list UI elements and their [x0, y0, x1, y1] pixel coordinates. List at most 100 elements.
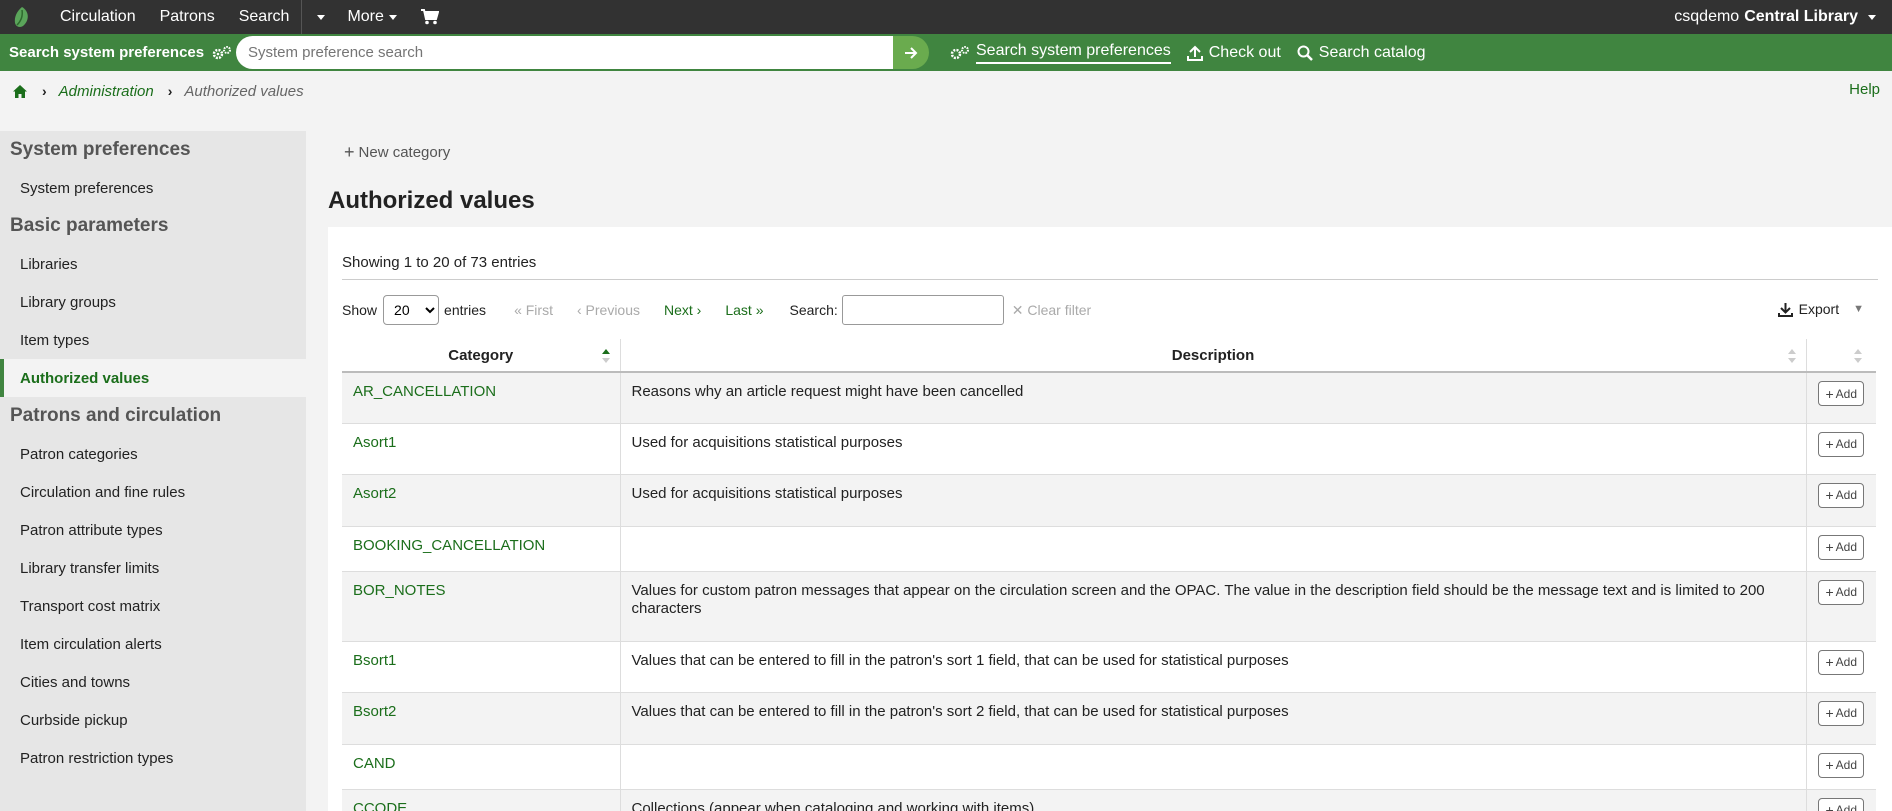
breadcrumb-administration[interactable]: Administration [59, 83, 154, 100]
user-menu[interactable]: csqdemo Central Library [1674, 0, 1876, 34]
actions-cell: + Add [1806, 692, 1876, 745]
add-label: Add [1835, 437, 1858, 451]
entries-label: entries [444, 302, 487, 318]
caret-down-icon: ▼ [1853, 303, 1864, 315]
gears-icon [950, 45, 969, 59]
add-value-button[interactable]: + Add [1818, 381, 1865, 406]
sidebar-item-system-preferences[interactable]: System preferences [0, 169, 306, 207]
category-link[interactable]: BOOKING_CANCELLATION [342, 526, 621, 572]
sidebar-item-libraries[interactable]: Libraries [0, 245, 306, 283]
nav-patrons[interactable]: Patrons [148, 0, 227, 34]
library-name: Central Library [1744, 8, 1858, 25]
sidebar-item-library-groups[interactable]: Library groups [0, 283, 306, 321]
add-value-button[interactable]: + Add [1818, 431, 1865, 457]
sidebar-item-library-transfer-limits[interactable]: Library transfer limits [0, 549, 306, 587]
sidebar-item-authorized-values[interactable]: Authorized values [0, 359, 306, 397]
table-row: CCODE Collections (appear when catalogin… [342, 789, 1876, 811]
link-check-out[interactable]: Check out [1186, 34, 1281, 71]
add-label: Add [1835, 488, 1858, 502]
new-category-button[interactable]: + New category [344, 142, 450, 163]
description-cell [620, 526, 1807, 572]
sidebar-item-circulation-rules[interactable]: Circulation and fine rules [0, 473, 306, 511]
sidebar-item-patron-attribute-types[interactable]: Patron attribute types [0, 511, 306, 549]
sidebar-item-curbside-pickup[interactable]: Curbside pickup [0, 701, 306, 739]
plus-icon: + [1825, 802, 1834, 811]
category-link[interactable]: BOR_NOTES [342, 571, 621, 642]
previous-label: Previous [585, 302, 640, 318]
gears-icon [212, 45, 232, 59]
actions-cell: + Add [1806, 526, 1876, 572]
table-search-input[interactable] [841, 295, 1004, 325]
sidebar-item-patron-categories[interactable]: Patron categories [0, 435, 306, 473]
add-label: Add [1835, 540, 1858, 554]
download-icon [1777, 302, 1793, 317]
category-link[interactable]: Asort2 [342, 474, 621, 527]
plus-icon: + [344, 142, 355, 162]
sidebar-heading: Basic parameters [10, 215, 169, 236]
link-label: Search system preferences [976, 42, 1171, 64]
link-search-system-preferences[interactable]: Search system preferences [950, 34, 1171, 71]
add-value-button[interactable]: + Add [1818, 579, 1865, 605]
actions-cell: + Add [1806, 372, 1876, 424]
nav-circulation[interactable]: Circulation [48, 0, 148, 34]
category-link[interactable]: CAND [342, 744, 621, 790]
link-search-catalog[interactable]: Search catalog [1297, 34, 1426, 71]
authorized-values-panel: Showing 1 to 20 of 73 entries Show 20 en… [328, 227, 1892, 811]
cart-icon[interactable] [409, 0, 451, 34]
column-header-category[interactable]: Category [342, 339, 621, 373]
column-header-description[interactable]: Description [620, 339, 1807, 373]
plus-icon: + [1825, 487, 1834, 503]
description-cell: Collections (appear when cataloging and … [620, 789, 1807, 811]
category-link[interactable]: Bsort1 [342, 641, 621, 693]
add-value-button[interactable]: + Add [1818, 534, 1865, 560]
actions-cell: + Add [1806, 789, 1876, 811]
admin-sidebar: System preferences System preferences Ba… [0, 131, 306, 811]
column-header-actions[interactable] [1806, 339, 1876, 373]
caret-down-icon [317, 14, 326, 20]
add-label: Add [1835, 585, 1858, 599]
page-size-select[interactable]: 20 [383, 295, 440, 325]
plus-icon: + [1825, 757, 1834, 773]
koha-logo-icon[interactable] [2, 0, 42, 34]
table-info: Showing 1 to 20 of 73 entries [342, 254, 537, 271]
sort-icon [1854, 349, 1862, 363]
table-row: BOOKING_CANCELLATION + Add [342, 526, 1876, 572]
nav-search[interactable]: Search [227, 0, 302, 34]
help-link[interactable]: Help [1849, 81, 1880, 98]
column-label: Category [448, 346, 514, 364]
sidebar-item-cities-and-towns[interactable]: Cities and towns [0, 663, 306, 701]
plus-icon: + [1825, 539, 1834, 555]
sidebar-item-patron-restriction-types[interactable]: Patron restriction types [0, 739, 306, 777]
add-value-button[interactable]: + Add [1818, 482, 1865, 508]
last-page-button[interactable]: Last » [725, 302, 763, 318]
add-value-button[interactable]: + Add [1818, 700, 1865, 726]
chevron-right-icon: › [42, 83, 47, 99]
search-dropdown-toggle[interactable] [302, 0, 335, 34]
first-page-button[interactable]: « First [514, 302, 553, 318]
sidebar-item-item-circulation-alerts[interactable]: Item circulation alerts [0, 625, 306, 663]
category-link[interactable]: CCODE [342, 789, 621, 811]
upload-icon [1186, 45, 1203, 61]
next-page-button[interactable]: Next › [664, 302, 701, 318]
category-link[interactable]: Bsort2 [342, 692, 621, 745]
clear-filter-button[interactable]: ✕ Clear filter [1012, 302, 1091, 319]
search-context-label: Search system preferences [0, 34, 238, 71]
actions-cell: + Add [1806, 641, 1876, 693]
syspref-search-input[interactable] [236, 36, 893, 69]
home-icon[interactable] [12, 84, 28, 99]
previous-page-button[interactable]: ‹ Previous [577, 302, 640, 318]
add-value-button[interactable]: + Add [1818, 752, 1865, 778]
add-value-button[interactable]: + Add [1818, 649, 1865, 675]
actions-cell: + Add [1806, 423, 1876, 475]
sidebar-item-item-types[interactable]: Item types [0, 321, 306, 359]
next-label: Next [664, 302, 693, 318]
add-value-button[interactable]: + Add [1818, 797, 1865, 811]
nav-more[interactable]: More [335, 0, 408, 34]
table-row: AR_CANCELLATION Reasons why an article r… [342, 372, 1876, 424]
export-button[interactable]: Export ▼ [1777, 301, 1864, 317]
search-submit-button[interactable] [893, 36, 929, 69]
category-link[interactable]: AR_CANCELLATION [342, 372, 621, 424]
chevron-right-icon: › [167, 83, 173, 99]
category-link[interactable]: Asort1 [342, 423, 621, 475]
sidebar-item-transport-cost-matrix[interactable]: Transport cost matrix [0, 587, 306, 625]
